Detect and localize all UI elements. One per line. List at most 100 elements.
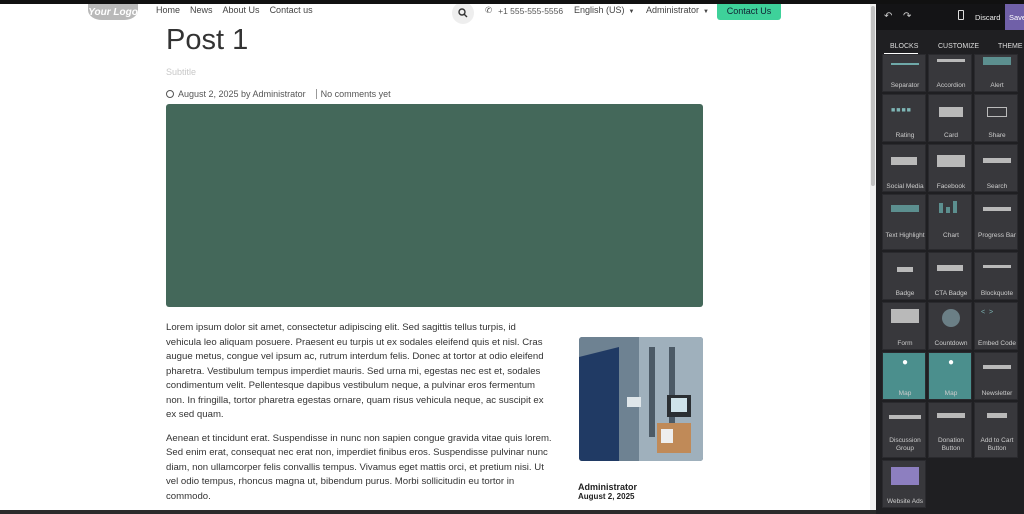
website-ads-thumb [891, 467, 919, 485]
post-title[interactable]: Post 1 [166, 24, 248, 57]
cta-badge-thumb [937, 265, 963, 271]
block-text-highlight[interactable]: Text Highlight [882, 194, 926, 250]
post-meta: August 2, 2025 by Administrator No comme… [166, 89, 391, 99]
separator-thumb [891, 63, 919, 65]
block-label: Newsletter [981, 390, 1013, 397]
block-label: CTA Badge [934, 290, 968, 297]
add-to-cart-thumb [987, 413, 1007, 418]
save-button[interactable]: Save [1005, 4, 1024, 30]
block-badge[interactable]: Badge [882, 252, 926, 300]
block-embed-code[interactable]: < > Embed Code [974, 302, 1018, 350]
website-preview: Your Logo Home News About Us Contact us … [0, 4, 876, 510]
map-pin-icon: ● [947, 357, 955, 368]
block-website-ads[interactable]: Website Ads [882, 460, 926, 508]
block-label: Social Media [886, 183, 924, 190]
caret-down-icon: ▼ [703, 9, 709, 15]
language-selector[interactable]: English (US) ▼ [574, 5, 634, 15]
post-body[interactable]: Lorem ipsum dolor sit amet, consectetur … [166, 321, 552, 510]
block-cta-badge[interactable]: CTA Badge [928, 252, 972, 300]
nav-home[interactable]: Home [156, 5, 180, 15]
block-rating[interactable]: ■■■■ Rating [882, 94, 926, 142]
block-blockquote[interactable]: Blockquote [974, 252, 1018, 300]
badge-thumb [897, 267, 913, 272]
mobile-preview-icon[interactable] [958, 10, 964, 20]
facebook-thumb [937, 155, 965, 167]
paragraph: Aenean et tincidunt erat. Suspendisse in… [166, 432, 552, 502]
block-form[interactable]: Form [882, 302, 926, 350]
block-social-media[interactable]: Social Media [882, 144, 926, 192]
block-label: Form [897, 340, 913, 347]
post-comments[interactable]: No comments yet [315, 89, 391, 99]
block-label: Rating [895, 132, 915, 139]
redo-icon[interactable]: ↷ [903, 11, 911, 22]
alert-thumb [983, 57, 1011, 65]
progress-bar-thumb [983, 207, 1011, 211]
phone-number: +1 555-555-5556 [498, 5, 564, 16]
language-label: English (US) [574, 5, 625, 15]
site-logo[interactable]: Your Logo [88, 4, 138, 20]
block-progress-bar[interactable]: Progress Bar [974, 194, 1018, 250]
block-countdown[interactable]: Countdown [928, 302, 972, 350]
block-label: Accordion [936, 82, 966, 89]
main-nav: Home News About Us Contact us [156, 5, 313, 15]
block-map[interactable]: ● Map [882, 352, 926, 400]
block-label: Website Ads [886, 498, 923, 505]
block-facebook[interactable]: Facebook [928, 144, 972, 192]
search-icon [458, 8, 468, 18]
block-label: Separator [890, 82, 920, 89]
user-menu[interactable]: Administrator ▼ [646, 5, 709, 15]
nav-about-us[interactable]: About Us [223, 5, 260, 15]
nav-news[interactable]: News [190, 5, 213, 15]
post-cover-image[interactable] [166, 104, 703, 307]
newsletter-thumb [983, 365, 1011, 369]
tab-customize[interactable]: CUSTOMIZE [938, 43, 979, 50]
block-card[interactable]: Card [928, 94, 972, 142]
paragraph: Lorem ipsum dolor sit amet, consectetur … [166, 322, 544, 420]
chart-thumb-bar [939, 203, 943, 213]
contact-us-button[interactable]: Contact Us [717, 4, 781, 20]
tab-blocks[interactable]: BLOCKS [890, 43, 918, 50]
site-header: Your Logo Home News About Us Contact us … [0, 4, 876, 26]
discard-button[interactable]: Discard [975, 13, 1000, 22]
form-thumb [891, 309, 919, 323]
block-add-to-cart-button[interactable]: Add to Cart Button [974, 402, 1018, 458]
editor-toolbar: ↶ ↷ Discard Save [876, 4, 1024, 30]
block-accordion[interactable]: Accordion [928, 54, 972, 92]
block-label: Donation Button [937, 437, 965, 452]
block-discussion-group[interactable]: Discussion Group [882, 402, 926, 458]
share-icon [987, 107, 1007, 117]
block-label: Map [898, 390, 912, 397]
clock-icon [166, 90, 174, 98]
editor-panel: ↶ ↷ Discard Save BLOCKS CUSTOMIZE THEME … [876, 4, 1024, 514]
block-share[interactable]: Share [974, 94, 1018, 142]
block-label: Map [944, 390, 958, 397]
phone-contact[interactable]: ✆ +1 555-555-5556 [485, 5, 563, 16]
caret-down-icon: ▼ [628, 9, 635, 15]
block-label: Card [943, 132, 959, 139]
block-label: Discussion Group [889, 437, 921, 452]
discussion-group-thumb [889, 415, 921, 419]
block-chart[interactable]: Chart [928, 194, 972, 250]
search-button[interactable] [452, 4, 474, 24]
embed-code-thumb: < > [981, 309, 995, 316]
chart-thumb-bar [953, 201, 957, 213]
chart-thumb-bar [946, 207, 950, 213]
block-separator[interactable]: Separator [882, 54, 926, 92]
block-alert[interactable]: Alert [974, 54, 1018, 92]
block-newsletter[interactable]: Newsletter [974, 352, 1018, 400]
block-label: Progress Bar [978, 232, 1016, 239]
post-subtitle[interactable]: Subtitle [166, 67, 196, 77]
warehouse-photo[interactable] [579, 337, 703, 461]
donation-button-thumb [937, 413, 965, 418]
scroll-thumb[interactable] [871, 6, 875, 186]
block-donation-button[interactable]: Donation Button [928, 402, 972, 458]
block-search[interactable]: Search [974, 144, 1018, 192]
undo-icon[interactable]: ↶ [884, 11, 892, 22]
social-media-thumb [891, 157, 917, 165]
block-map-alt[interactable]: ● Map [928, 352, 972, 400]
nav-contact-us[interactable]: Contact us [270, 5, 313, 15]
tab-theme[interactable]: THEME [998, 43, 1023, 50]
search-thumb [983, 158, 1011, 163]
phone-icon: ✆ [485, 5, 493, 15]
author-date: August 2, 2025 [578, 492, 635, 501]
